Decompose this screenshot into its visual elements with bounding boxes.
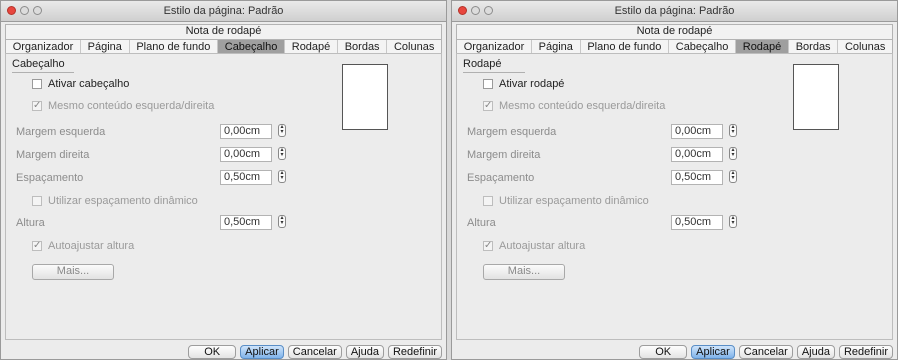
autofit-height-checkbox[interactable]: ✓ Autoajustar altura <box>483 240 585 252</box>
checkmark-icon[interactable]: ✓ <box>483 101 493 111</box>
same-content-checkbox[interactable]: ✓ Mesmo conteúdo esquerda/direita <box>483 100 665 112</box>
window-title: Estilo da página: Padrão <box>163 5 284 17</box>
header-preview <box>342 64 388 130</box>
same-content-label: Mesmo conteúdo esquerda/direita <box>499 100 666 112</box>
dynamic-spacing-checkbox[interactable]: Utilizar espaçamento dinâmico <box>483 195 649 207</box>
dynamic-spacing-checkbox[interactable]: Utilizar espaçamento dinâmico <box>32 195 198 207</box>
spacing-stepper[interactable]: ▴ ▾ <box>729 170 737 183</box>
tab-panel: Cabeçalho Ativar cabeçalho ✓ Mesmo conte… <box>5 53 442 340</box>
page-style-dialog-footer: Estilo da página: Padrão Nota de rodapé … <box>451 0 898 360</box>
checkbox-box[interactable] <box>483 196 493 206</box>
spacing-field[interactable]: 0,50cm <box>220 170 272 185</box>
footer-preview <box>793 64 839 130</box>
titlebar[interactable]: Estilo da página: Padrão <box>1 1 446 22</box>
checkmark-icon[interactable]: ✓ <box>32 101 42 111</box>
help-button[interactable]: Ajuda <box>345 345 384 359</box>
section-divider <box>12 72 74 73</box>
checkbox-box[interactable] <box>32 79 42 89</box>
autofit-height-checkbox[interactable]: ✓ Autoajustar altura <box>32 240 134 252</box>
autofit-height-label: Autoajustar altura <box>48 240 135 252</box>
spacing-field[interactable]: 0,50cm <box>671 170 723 185</box>
margin-right-field[interactable]: 0,00cm <box>671 147 723 162</box>
apply-button[interactable]: Aplicar <box>240 345 284 359</box>
margin-left-field[interactable]: 0,00cm <box>220 124 272 139</box>
height-field[interactable]: 0,50cm <box>671 215 723 230</box>
page-style-dialog-header: Estilo da página: Padrão Nota de rodapé … <box>0 0 447 360</box>
height-label: Altura <box>16 217 45 229</box>
margin-left-label: Margem esquerda <box>16 126 106 138</box>
height-stepper[interactable]: ▴ ▾ <box>729 215 737 228</box>
reset-button[interactable]: Redefinir <box>387 345 442 359</box>
enable-footer-label: Ativar rodapé <box>499 78 565 90</box>
spacing-label: Espaçamento <box>467 172 535 184</box>
cancel-button[interactable]: Cancelar <box>738 345 793 359</box>
window-title: Estilo da página: Padrão <box>614 5 735 17</box>
dialog-buttons: OK Aplicar Cancelar Ajuda Redefinir <box>188 345 442 359</box>
margin-left-stepper[interactable]: ▴ ▾ <box>729 124 737 137</box>
margin-right-stepper[interactable]: ▴ ▾ <box>278 147 286 160</box>
more-button[interactable]: Mais... <box>483 264 565 280</box>
autofit-height-label: Autoajustar altura <box>499 240 586 252</box>
margin-left-field[interactable]: 0,00cm <box>671 124 723 139</box>
enable-header-label: Ativar cabeçalho <box>48 78 130 90</box>
enable-header-checkbox[interactable]: Ativar cabeçalho <box>32 78 129 90</box>
dynamic-spacing-label: Utilizar espaçamento dinâmico <box>48 195 198 207</box>
section-title: Cabeçalho <box>12 58 65 70</box>
same-content-checkbox[interactable]: ✓ Mesmo conteúdo esquerda/direita <box>32 100 214 112</box>
tab-nota-de-rodape[interactable]: Nota de rodapé <box>456 24 893 39</box>
height-field[interactable]: 0,50cm <box>220 215 272 230</box>
spacing-stepper[interactable]: ▴ ▾ <box>278 170 286 183</box>
height-stepper[interactable]: ▴ ▾ <box>278 215 286 228</box>
section-title: Rodapé <box>463 58 502 70</box>
height-label: Altura <box>467 217 496 229</box>
apply-button[interactable]: Aplicar <box>691 345 735 359</box>
tab-nota-de-rodape[interactable]: Nota de rodapé <box>5 24 442 39</box>
section-divider <box>463 72 525 73</box>
checkmark-icon[interactable]: ✓ <box>32 241 42 251</box>
ok-button[interactable]: OK <box>188 345 237 359</box>
margin-right-field[interactable]: 0,00cm <box>220 147 272 162</box>
spacing-label: Espaçamento <box>16 172 84 184</box>
more-button[interactable]: Mais... <box>32 264 114 280</box>
help-button[interactable]: Ajuda <box>796 345 835 359</box>
checkbox-box[interactable] <box>483 79 493 89</box>
reset-button[interactable]: Redefinir <box>838 345 893 359</box>
checkmark-icon[interactable]: ✓ <box>483 241 493 251</box>
dialog-buttons: OK Aplicar Cancelar Ajuda Redefinir <box>639 345 893 359</box>
margin-right-stepper[interactable]: ▴ ▾ <box>729 147 737 160</box>
checkbox-box[interactable] <box>32 196 42 206</box>
margin-left-stepper[interactable]: ▴ ▾ <box>278 124 286 137</box>
cancel-button[interactable]: Cancelar <box>287 345 342 359</box>
margin-left-label: Margem esquerda <box>467 126 557 138</box>
tab-panel: Rodapé Ativar rodapé ✓ Mesmo conteúdo es… <box>456 53 893 340</box>
ok-button[interactable]: OK <box>639 345 688 359</box>
margin-right-label: Margem direita <box>467 149 541 161</box>
enable-footer-checkbox[interactable]: Ativar rodapé <box>483 78 564 90</box>
dynamic-spacing-label: Utilizar espaçamento dinâmico <box>499 195 649 207</box>
margin-right-label: Margem direita <box>16 149 90 161</box>
titlebar[interactable]: Estilo da página: Padrão <box>452 1 897 22</box>
same-content-label: Mesmo conteúdo esquerda/direita <box>48 100 215 112</box>
